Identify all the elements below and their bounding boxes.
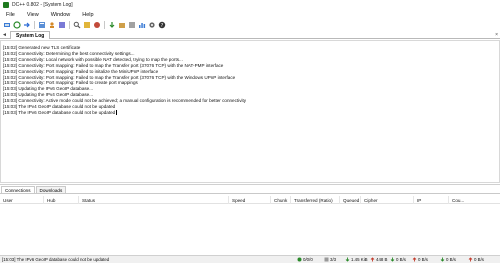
adl-search-icon[interactable] <box>83 21 91 29</box>
toolbar: ? <box>0 19 500 31</box>
column-queued[interactable]: Queued <box>340 196 361 204</box>
column-ip[interactable]: IP <box>414 196 449 204</box>
hubs-value: 0/0/0 <box>303 257 313 262</box>
svg-text:?: ? <box>161 23 164 29</box>
tab-system-log[interactable]: System Log <box>10 31 51 39</box>
log-line-last: [15:03] The IPv6 GeoIP database could no… <box>3 110 497 116</box>
app-icon <box>3 2 9 8</box>
menu-file[interactable]: File <box>0 12 21 18</box>
upload-limit-value: 0 B/s <box>474 257 485 262</box>
slots-icon <box>324 257 329 262</box>
finished-downloads-icon[interactable] <box>118 21 126 29</box>
menu-view[interactable]: View <box>21 12 45 18</box>
follow-redirect-icon[interactable] <box>23 21 31 29</box>
system-log-panel[interactable]: [15:02] Generated new TLS certificate [1… <box>0 40 500 183</box>
upload-speed-value: 0 B/s <box>418 257 429 262</box>
upload-limit-icon <box>468 257 473 262</box>
log-line-text: [15:03] The IPv6 GeoIP database could no… <box>3 109 116 115</box>
toolbar-separator <box>34 21 35 29</box>
column-country[interactable]: Cou... <box>449 196 469 204</box>
panel-splitter[interactable] <box>0 184 500 185</box>
downloaded-total: 1.45 KiB <box>345 257 368 262</box>
network-stats-icon[interactable] <box>138 21 146 29</box>
slots-value: 3/3 <box>330 257 337 262</box>
mdi-tab-strip: ◄ System Log × <box>0 31 500 39</box>
reconnect-icon[interactable] <box>13 21 21 29</box>
column-status[interactable]: Status <box>79 196 229 204</box>
tab-close-icon[interactable]: × <box>495 32 498 38</box>
upload-arrow-icon <box>370 257 375 262</box>
upload-limit[interactable]: 0 B/s <box>468 257 484 262</box>
hub-icon <box>297 257 302 262</box>
download-arrow-icon <box>345 257 350 262</box>
download-queue-icon[interactable] <box>108 21 116 29</box>
column-cipher[interactable]: Cipher <box>361 196 414 204</box>
tab-connections[interactable]: Connections <box>1 186 35 193</box>
upload-speed: 0 B/s <box>412 257 428 262</box>
download-speed: 0 B/s <box>390 257 406 262</box>
view-list-icon[interactable] <box>128 21 136 29</box>
column-transferred[interactable]: Transferred (Ratio) <box>291 196 340 204</box>
column-speed[interactable]: Speed <box>229 196 271 204</box>
uploaded-value: 448 B <box>376 257 388 262</box>
menu-window[interactable]: Window <box>45 12 77 18</box>
status-message: [15:03] The IPv6 GeoIP database could no… <box>2 257 110 262</box>
transfer-list[interactable] <box>0 204 500 255</box>
uploaded-total: 448 B <box>370 257 387 262</box>
column-chunk[interactable]: Chunk <box>271 196 291 204</box>
search-spy-icon[interactable] <box>93 21 101 29</box>
download-limit-icon <box>440 257 445 262</box>
tab-label: System Log <box>16 32 45 39</box>
toolbar-separator <box>69 21 70 29</box>
downloaded-value: 1.45 KiB <box>351 257 368 262</box>
hubs-count: 0/0/0 <box>297 257 313 262</box>
column-hub[interactable]: Hub <box>44 196 79 204</box>
help-icon[interactable]: ? <box>158 21 166 29</box>
toolbar-separator <box>104 21 105 29</box>
upload-speed-icon <box>412 257 417 262</box>
tab-downloads[interactable]: Downloads <box>35 186 67 193</box>
slots-count: 3/3 <box>324 257 336 262</box>
title-bar: DC++ 0.802 - [System Log] <box>0 0 500 10</box>
connect-icon[interactable] <box>3 21 11 29</box>
text-caret <box>116 110 117 116</box>
transfer-tabs: Connections Downloads <box>0 186 500 194</box>
recent-hubs-icon[interactable] <box>58 21 66 29</box>
status-bar: [15:03] The IPv6 GeoIP database could no… <box>0 255 500 263</box>
menu-help[interactable]: Help <box>76 12 99 18</box>
menu-bar: File View Window Help <box>0 10 500 19</box>
settings-icon[interactable] <box>148 21 156 29</box>
download-limit-value: 0 B/s <box>446 257 457 262</box>
search-icon[interactable] <box>73 21 81 29</box>
download-limit[interactable]: 0 B/s <box>440 257 456 262</box>
download-speed-value: 0 B/s <box>396 257 407 262</box>
download-speed-icon <box>390 257 395 262</box>
window-title: DC++ 0.802 - [System Log] <box>12 2 73 8</box>
favorite-hubs-icon[interactable] <box>38 21 46 29</box>
column-user[interactable]: User <box>0 196 44 204</box>
favorite-users-icon[interactable] <box>48 21 56 29</box>
transfer-list-header: User Hub Status Speed Chunk Transferred … <box>0 195 500 204</box>
tab-scroll-left-icon[interactable]: ◄ <box>1 32 8 38</box>
